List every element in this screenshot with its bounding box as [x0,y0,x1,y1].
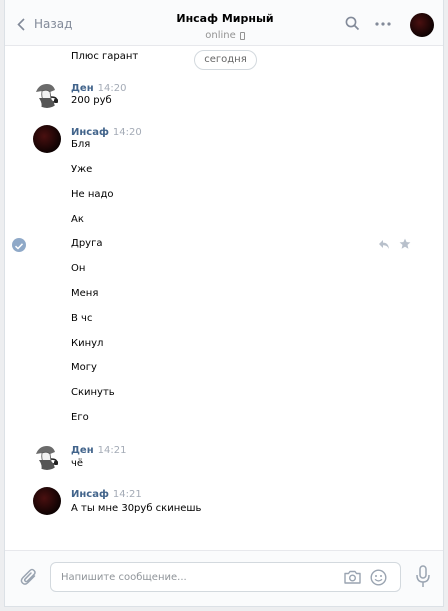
camera-icon[interactable] [344,570,361,584]
message-text: Его [71,412,89,423]
message-text: Меня [71,288,99,299]
emoji-icon[interactable] [370,569,387,586]
message-text: Плюс гарант [71,51,139,62]
message-text: В чс [71,313,93,324]
microphone-icon[interactable] [415,565,431,589]
message-input[interactable] [61,569,331,585]
back-chevron-icon [17,17,25,31]
avatar-insaf[interactable] [33,487,61,515]
date-divider: сегодня [194,50,257,70]
message-text: Он [71,263,86,274]
message-text: Уже [71,164,93,175]
back-label: Назад [34,17,73,31]
sender-line: Инсаф 14:21 [71,489,142,500]
chat-header: Назад Инсаф Мирный online [5,0,443,46]
sender-line: Инсаф 14:20 [71,127,142,138]
avatar-insaf[interactable] [33,125,61,153]
sender-line: Ден 14:20 [71,83,126,94]
message-text: 200 руб [71,95,112,106]
message-text: Скинуть [71,387,115,398]
message-text: А ты мне 30руб скинешь [71,503,202,514]
message-text: Кинул [71,338,104,349]
message-time[interactable]: 14:20 [98,83,127,94]
check-icon [14,243,24,250]
message-text: Бля [71,139,91,150]
composer [5,550,443,606]
sender-line: Ден 14:21 [71,445,126,456]
message-select-check[interactable] [12,238,26,252]
chat-title[interactable]: Инсаф Мирный [125,12,325,25]
chat-title-block: Инсаф Мирный online [125,12,325,41]
more-icon[interactable] [375,22,391,26]
sender-name[interactable]: Инсаф [71,127,109,138]
star-icon[interactable] [399,238,411,250]
message-time[interactable]: 14:21 [113,489,142,500]
message-text: Не надо [71,189,114,200]
message-text: чё [71,458,84,469]
sender-name[interactable]: Ден [71,445,94,456]
avatar-sherlock[interactable] [33,442,61,470]
im-window: Назад Инсаф Мирный online Плюс гарант се… [4,0,444,607]
avatar-sherlock[interactable] [33,80,61,108]
sender-name[interactable]: Инсаф [71,489,109,500]
message-input-box[interactable] [50,562,401,592]
online-status: online [205,30,236,41]
message-text: Ак [71,214,84,225]
status-line: online [125,30,325,41]
phone-icon [239,31,245,40]
sender-name[interactable]: Ден [71,83,94,94]
message-history: Плюс гарант сегодня Ден 14:20 200 руб Инс… [5,46,443,550]
message-text: Могу [71,362,97,373]
attach-icon[interactable] [19,567,39,587]
message-time[interactable]: 14:20 [113,127,142,138]
message-time[interactable]: 14:21 [98,445,127,456]
search-icon[interactable] [345,16,360,31]
peer-avatar[interactable] [410,13,434,37]
message-text: Друга [71,238,103,249]
back-button[interactable]: Назад [17,14,72,34]
reply-icon[interactable] [378,239,390,250]
